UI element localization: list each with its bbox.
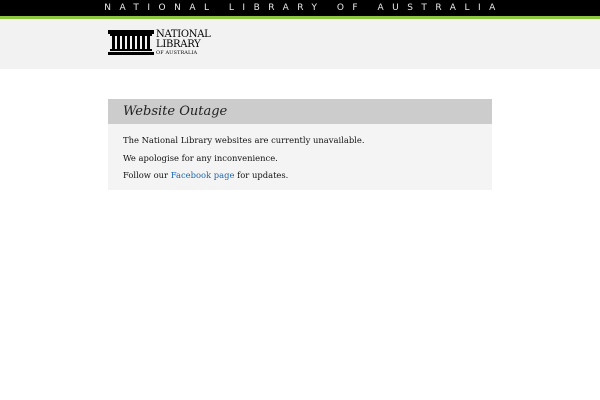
notice-line-follow: Follow our Facebook page for updates. — [123, 167, 477, 185]
top-banner-text: NATIONAL LIBRARY OF AUSTRALIA — [104, 3, 504, 13]
notice-title: Website Outage — [123, 104, 228, 119]
notice-body: The National Library websites are curren… — [108, 124, 492, 185]
site-header: NATIONAL LIBRARY OF AUSTRALIA — [0, 19, 600, 69]
notice-line-apology: We apologise for any inconvenience. — [123, 152, 278, 163]
notice-line-unavailable: The National Library websites are curren… — [123, 135, 365, 145]
outage-notice: Website Outage The National Library webs… — [108, 99, 492, 190]
facebook-link[interactable]: Facebook page — [171, 170, 235, 180]
logo-line-library: LIBRARY — [156, 39, 201, 50]
top-banner: NATIONAL LIBRARY OF AUSTRALIA — [0, 0, 600, 16]
logo-line-australia: OF AUSTRALIA — [156, 50, 198, 56]
logo-wordmark: NATIONAL LIBRARY OF AUSTRALIA — [156, 30, 211, 57]
notice-header: Website Outage — [108, 99, 492, 124]
follow-prefix: Follow our — [123, 170, 171, 180]
library-building-icon — [108, 30, 154, 55]
nla-logo[interactable]: NATIONAL LIBRARY OF AUSTRALIA — [108, 30, 211, 57]
follow-suffix: for updates. — [234, 170, 289, 180]
